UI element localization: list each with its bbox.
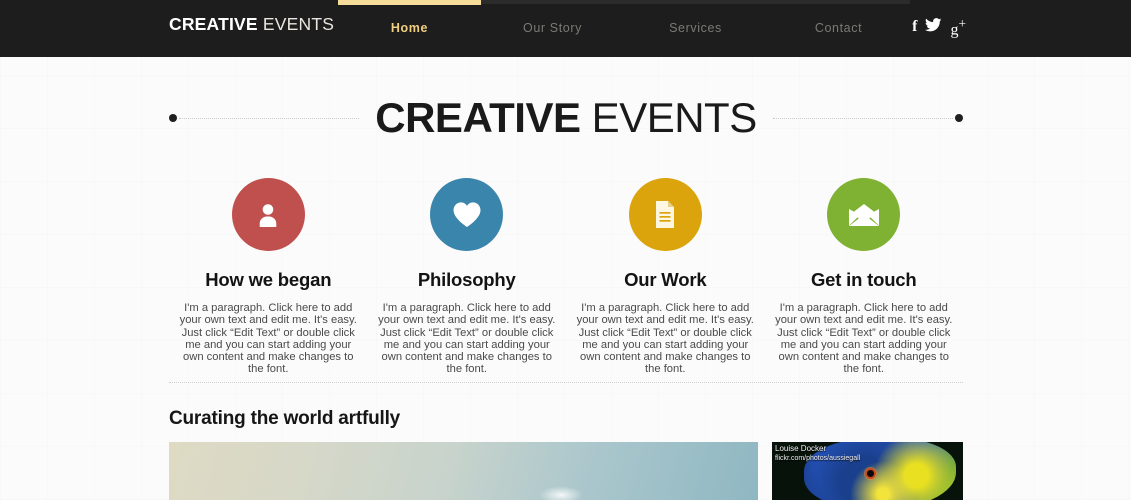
feature-our-work: Our Work I'm a paragraph. Click here to … — [566, 178, 765, 376]
page-title: CREATIVE EVENTS — [361, 95, 770, 141]
hero-left-dot — [169, 114, 177, 122]
googleplus-icon[interactable]: g+ — [950, 16, 966, 38]
hero-title-strip: CREATIVE EVENTS — [169, 95, 963, 141]
gallery-strip: Louise Docker flickr.com/photos/aussiega… — [169, 442, 963, 500]
logo-light-text: EVENTS — [257, 14, 335, 34]
section-heading: Curating the world artfully — [169, 408, 401, 429]
logo-bold-text: CREATIVE — [169, 14, 258, 34]
nav-item-contact[interactable]: Contact — [767, 0, 910, 57]
feature-philosophy: Philosophy I'm a paragraph. Click here t… — [368, 178, 567, 376]
person-icon-badge[interactable] — [231, 178, 305, 251]
heart-icon-badge[interactable] — [430, 178, 504, 251]
site-header: CREATIVE EVENTS Home Our Story Services … — [0, 0, 1131, 57]
nav-label-services: Services — [669, 21, 722, 35]
document-icon-badge[interactable] — [628, 178, 702, 251]
sky-highlight — [539, 486, 583, 500]
facebook-icon[interactable]: f — [912, 19, 917, 35]
nav-item-our-story[interactable]: Our Story — [481, 0, 624, 57]
feature-title: Philosophy — [417, 269, 516, 290]
feature-title: Our Work — [624, 269, 707, 290]
feature-body: I'm a paragraph. Click here to add your … — [775, 302, 953, 376]
hero-right-dotted-rule — [772, 117, 953, 119]
envelope-icon — [848, 203, 879, 226]
nav-active-indicator — [338, 0, 481, 5]
feature-title: Get in touch — [810, 269, 917, 290]
nav-item-home[interactable]: Home — [338, 0, 481, 57]
page-root: CREATIVE EVENTS Home Our Story Services … — [0, 0, 1131, 500]
photo-attribution: Louise Docker flickr.com/photos/aussiega… — [775, 444, 860, 463]
nav-label-home: Home — [390, 21, 429, 35]
nav-top-rule — [481, 0, 624, 4]
feature-title: How we began — [205, 269, 332, 290]
photo-source: flickr.com/photos/aussiegall — [775, 455, 861, 462]
heart-icon — [453, 202, 481, 227]
feature-body: I'm a paragraph. Click here to add your … — [378, 302, 556, 376]
feature-columns: How we began I'm a paragraph. Click here… — [169, 178, 963, 376]
nav-item-services[interactable]: Services — [624, 0, 767, 57]
parrot-eye — [865, 468, 876, 479]
gallery-image-sky[interactable] — [169, 442, 758, 500]
nav-top-rule — [624, 0, 767, 4]
main-navigation: Home Our Story Services Contact — [338, 0, 910, 57]
section-divider — [169, 382, 963, 383]
hero-right-dot — [955, 114, 963, 122]
feature-body: I'm a paragraph. Click here to add your … — [179, 302, 357, 376]
photo-author: Louise Docker — [775, 444, 827, 453]
site-logo[interactable]: CREATIVE EVENTS — [169, 14, 334, 35]
social-links: f g+ — [912, 16, 966, 38]
page-title-light: EVENTS — [580, 94, 758, 141]
nav-top-rule — [767, 0, 910, 4]
twitter-icon[interactable] — [925, 18, 942, 36]
envelope-icon-badge[interactable] — [827, 178, 901, 251]
document-icon — [656, 201, 675, 228]
page-title-bold: CREATIVE — [375, 94, 581, 141]
nav-label-our-story: Our Story — [523, 21, 582, 35]
hero-left-dotted-rule — [179, 117, 360, 119]
feature-body: I'm a paragraph. Click here to add your … — [576, 302, 754, 376]
feature-get-in-touch: Get in touch I'm a paragraph. Click here… — [765, 178, 964, 376]
gallery-image-parrot[interactable]: Louise Docker flickr.com/photos/aussiega… — [772, 442, 963, 500]
feature-how-we-began: How we began I'm a paragraph. Click here… — [169, 178, 368, 376]
person-icon — [259, 203, 277, 227]
nav-label-contact: Contact — [814, 21, 863, 35]
